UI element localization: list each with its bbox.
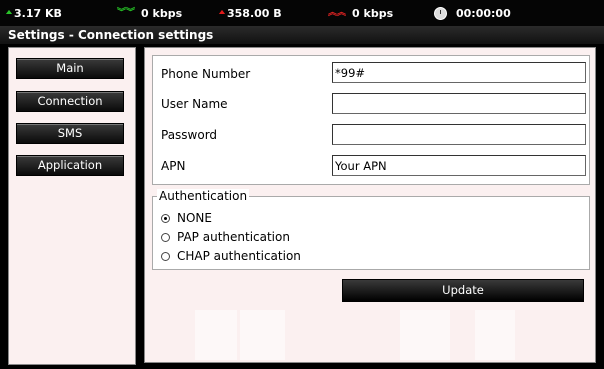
download-speed-icon: ︾︾	[117, 8, 136, 18]
download-speed-stat: ︾︾ 0 kbps	[117, 6, 182, 20]
apn-input[interactable]	[332, 155, 586, 176]
password-input[interactable]	[332, 124, 586, 145]
radio-icon[interactable]	[161, 232, 170, 242]
upload-speed-icon: ︽︽	[328, 8, 347, 18]
nav-connection-button[interactable]: Connection	[16, 91, 124, 112]
page-title: Settings - Connection settings	[0, 26, 604, 44]
clock-icon	[434, 6, 447, 20]
user-name-label: User Name	[161, 97, 228, 111]
duration-stat: 00:00:00	[434, 6, 511, 20]
duration-value: 00:00:00	[456, 6, 511, 20]
auth-none-option[interactable]: NONE	[161, 211, 212, 225]
sidebar: Main Connection SMS Application	[8, 47, 136, 365]
status-bar: 3.17 KB ︾︾ 0 kbps 358.00 B ︽︽ 0 kbps 00:…	[0, 0, 604, 26]
connection-fields-card: Phone Number User Name Password APN	[152, 55, 590, 185]
nav-main-button[interactable]: Main	[16, 58, 124, 79]
authentication-legend: Authentication	[157, 189, 250, 203]
authentication-group: Authentication NONE PAP authentication C…	[152, 189, 590, 270]
background-shape	[240, 310, 285, 360]
radio-selected-icon[interactable]	[161, 213, 170, 223]
auth-option-label: CHAP authentication	[177, 249, 301, 263]
phone-number-input[interactable]	[332, 62, 586, 83]
phone-number-label: Phone Number	[161, 67, 251, 81]
user-name-input[interactable]	[332, 93, 586, 114]
auth-option-label: NONE	[177, 211, 212, 225]
connection-settings-panel: Phone Number User Name Password APN Auth…	[144, 47, 596, 363]
background-shape	[475, 310, 515, 360]
auth-option-label: PAP authentication	[177, 230, 290, 244]
background-shape	[400, 310, 450, 360]
nav-sms-button[interactable]: SMS	[16, 123, 124, 144]
apn-label: APN	[161, 159, 186, 173]
password-label: Password	[161, 128, 218, 142]
auth-chap-option[interactable]: CHAP authentication	[161, 249, 301, 263]
received-value: 3.17 KB	[14, 6, 62, 20]
sent-value: 358.00 B	[227, 6, 282, 20]
nav-application-button[interactable]: Application	[16, 155, 124, 176]
radio-icon[interactable]	[161, 251, 170, 261]
auth-pap-option[interactable]: PAP authentication	[161, 230, 290, 244]
received-stat: 3.17 KB	[8, 6, 62, 20]
upload-speed-value: 0 kbps	[352, 6, 394, 20]
upload-speed-stat: ︽︽ 0 kbps	[328, 6, 393, 20]
download-speed-value: 0 kbps	[141, 6, 183, 20]
update-button[interactable]: Update	[342, 279, 584, 302]
background-shape	[195, 310, 237, 360]
sent-stat: 358.00 B	[221, 6, 282, 20]
